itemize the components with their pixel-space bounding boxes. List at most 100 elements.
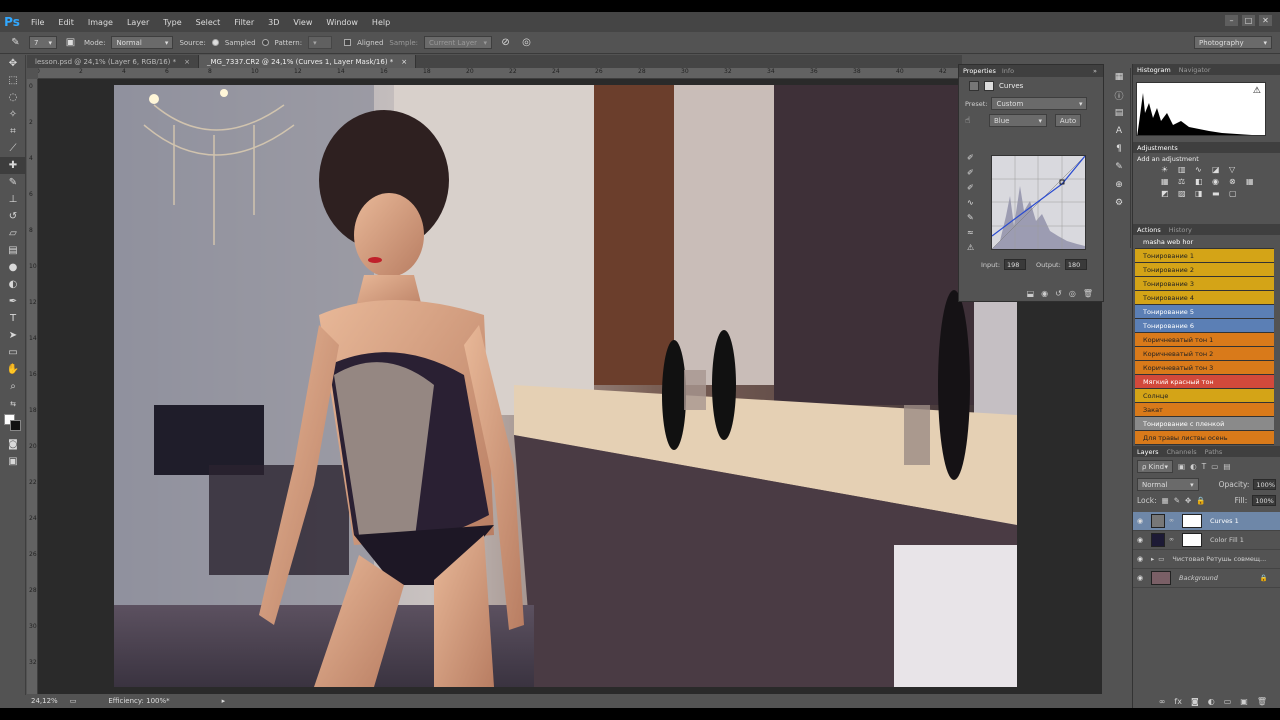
layer-row-group[interactable]: ◉ ▸ ▭ Чистовая Ретушь совмещ... bbox=[1133, 550, 1280, 569]
tab-actions[interactable]: Actions bbox=[1137, 226, 1161, 234]
menu-edit[interactable]: Edit bbox=[51, 18, 81, 27]
output-field[interactable]: 180 bbox=[1064, 259, 1087, 270]
mode-dropdown[interactable]: Normal ▾ bbox=[111, 36, 174, 49]
new-group-icon[interactable]: ▭ bbox=[1224, 697, 1232, 706]
close-button[interactable]: ✕ bbox=[1259, 15, 1272, 26]
blur-tool-icon[interactable]: ● bbox=[0, 259, 26, 276]
layer-mask-icon[interactable] bbox=[984, 81, 994, 91]
tab-history[interactable]: History bbox=[1169, 226, 1192, 234]
action-item[interactable]: Коричневатый тон 1 bbox=[1135, 333, 1274, 347]
clone-source-icon[interactable]: ⊕ bbox=[1107, 176, 1131, 194]
action-item[interactable]: Мягкий красный тон bbox=[1135, 375, 1274, 389]
menu-filter[interactable]: Filter bbox=[227, 18, 261, 27]
type-tool-icon[interactable]: T bbox=[0, 310, 26, 327]
menu-image[interactable]: Image bbox=[81, 18, 120, 27]
layer-row-background[interactable]: ◉ Background 🔒 bbox=[1133, 569, 1280, 588]
layer-row-curves-1[interactable]: ◉ ∞ Curves 1 bbox=[1133, 512, 1280, 531]
pencil-curve-icon[interactable]: ✎ bbox=[967, 213, 974, 222]
marquee-tool-icon[interactable]: ⬚ bbox=[0, 72, 26, 89]
action-item[interactable]: Тонирование 6 bbox=[1135, 319, 1274, 333]
action-item[interactable]: Тонирование 4 bbox=[1135, 291, 1274, 305]
action-item[interactable]: Тонирование 5 bbox=[1135, 305, 1274, 319]
black-point-eyedropper-icon[interactable]: ✐ bbox=[967, 153, 974, 162]
eraser-tool-icon[interactable]: ▱ bbox=[0, 225, 26, 242]
cache-warning-icon[interactable]: ⚠ bbox=[1253, 86, 1261, 96]
sample-dropdown[interactable]: Current Layer ▾ bbox=[424, 36, 493, 49]
color-lookup-icon[interactable]: ▦ bbox=[1246, 177, 1260, 186]
visibility-eye-icon[interactable]: ◉ bbox=[1137, 536, 1147, 544]
menu-3d[interactable]: 3D bbox=[261, 18, 286, 27]
filter-type-icon[interactable]: T bbox=[1202, 462, 1207, 471]
delete-layer-icon[interactable]: 🗑 bbox=[1257, 697, 1267, 706]
action-item[interactable]: Для травы листвы осень bbox=[1135, 431, 1274, 445]
action-item[interactable]: Тонирование с пленкой bbox=[1135, 417, 1274, 431]
info-panel-icon[interactable]: ⓘ bbox=[1107, 86, 1131, 104]
dodge-tool-icon[interactable]: ◐ bbox=[0, 276, 26, 293]
filter-adjustment-icon[interactable]: ◐ bbox=[1190, 462, 1197, 471]
pen-tool-icon[interactable]: ✒ bbox=[0, 293, 26, 310]
targeted-adjust-icon[interactable]: ☝ bbox=[965, 116, 985, 126]
visibility-eye-icon[interactable]: ◉ bbox=[1137, 574, 1147, 582]
action-item[interactable]: Тонирование 2 bbox=[1135, 263, 1274, 277]
clipping-warning-icon[interactable]: ⚠ bbox=[967, 243, 974, 252]
visibility-eye-icon[interactable]: ◉ bbox=[1137, 517, 1147, 525]
brush-settings-icon[interactable]: ▣ bbox=[63, 35, 78, 50]
menu-select[interactable]: Select bbox=[189, 18, 228, 27]
blend-mode-dropdown[interactable]: Normal ▾ bbox=[1137, 478, 1199, 491]
input-field[interactable]: 198 bbox=[1004, 259, 1027, 270]
auto-button[interactable]: Auto bbox=[1055, 114, 1081, 127]
menu-layer[interactable]: Layer bbox=[120, 18, 156, 27]
channel-dropdown[interactable]: Blue ▾ bbox=[989, 114, 1047, 127]
invert-icon[interactable]: ◩ bbox=[1161, 189, 1175, 198]
zoom-level[interactable]: 24,12% bbox=[31, 697, 58, 705]
paragraph-panel-icon[interactable]: ¶ bbox=[1107, 140, 1131, 158]
opacity-field[interactable]: 100% bbox=[1253, 479, 1276, 490]
delete-icon[interactable]: 🗑 bbox=[1083, 289, 1093, 298]
filter-shape-icon[interactable]: ▭ bbox=[1211, 462, 1218, 471]
status-menu-arrow-icon[interactable]: ▸ bbox=[222, 697, 226, 705]
fill-field[interactable]: 100% bbox=[1252, 495, 1276, 506]
menu-view[interactable]: View bbox=[286, 18, 319, 27]
brightness-icon[interactable]: ☀ bbox=[1161, 165, 1175, 174]
action-item[interactable]: masha web hor bbox=[1135, 235, 1274, 249]
vibrance-icon[interactable]: ▽ bbox=[1229, 165, 1243, 174]
canvas-area[interactable] bbox=[38, 79, 1102, 694]
color-fill-thumbnail[interactable] bbox=[1151, 533, 1165, 547]
character-panel-icon[interactable]: A bbox=[1107, 122, 1131, 140]
layer-name[interactable]: Чистовая Ретушь совмещ... bbox=[1172, 555, 1266, 563]
layer-mask-thumbnail[interactable] bbox=[1182, 533, 1202, 547]
aligned-checkbox[interactable] bbox=[344, 39, 352, 46]
lock-all-icon[interactable]: 🔒 bbox=[1196, 496, 1205, 505]
quick-select-tool-icon[interactable]: ✧ bbox=[0, 106, 26, 123]
layer-comps-icon[interactable]: ▤ bbox=[1107, 104, 1131, 122]
zoom-tool-icon[interactable]: ⌕ bbox=[0, 378, 26, 395]
smooth-curve-icon[interactable]: ≈ bbox=[967, 228, 974, 237]
eyedropper-tool-icon[interactable]: ⟋ bbox=[0, 140, 26, 157]
filter-pixel-icon[interactable]: ▣ bbox=[1178, 462, 1185, 471]
tab-adjustments[interactable]: Adjustments bbox=[1137, 144, 1178, 152]
layer-name[interactable]: Background bbox=[1179, 574, 1218, 582]
tab-paths[interactable]: Paths bbox=[1205, 448, 1223, 456]
tab-properties[interactable]: Properties bbox=[963, 67, 996, 75]
layer-row-color-fill-1[interactable]: ◉ ∞ Color Fill 1 bbox=[1133, 531, 1280, 550]
threshold-icon[interactable]: ◨ bbox=[1195, 189, 1209, 198]
curve-edit-icon[interactable]: ∿ bbox=[967, 198, 974, 207]
black-white-icon[interactable]: ◧ bbox=[1195, 177, 1209, 186]
sampled-radio[interactable] bbox=[211, 39, 219, 46]
menu-type[interactable]: Type bbox=[156, 18, 188, 27]
curves-graph[interactable] bbox=[991, 155, 1086, 250]
new-layer-icon[interactable]: ▣ bbox=[1240, 697, 1248, 706]
layer-name[interactable]: Color Fill 1 bbox=[1210, 536, 1244, 544]
histogram-panel-icon[interactable]: ▦ bbox=[1107, 68, 1131, 86]
action-item[interactable]: Коричневатый тон 2 bbox=[1135, 347, 1274, 361]
lock-transparent-icon[interactable]: ▦ bbox=[1162, 496, 1169, 505]
swap-colors-icon[interactable]: ⇆ bbox=[0, 395, 26, 412]
reset-icon[interactable]: ↺ bbox=[1055, 289, 1062, 298]
layer-style-icon[interactable]: fx bbox=[1174, 697, 1182, 706]
menu-window[interactable]: Window bbox=[319, 18, 365, 27]
tab-navigator[interactable]: Navigator bbox=[1179, 66, 1211, 74]
photo-filter-icon[interactable]: ◉ bbox=[1212, 177, 1226, 186]
action-item[interactable]: Солнце bbox=[1135, 389, 1274, 403]
screen-mode-icon[interactable]: ▣ bbox=[0, 453, 26, 470]
background-color[interactable] bbox=[10, 420, 21, 431]
